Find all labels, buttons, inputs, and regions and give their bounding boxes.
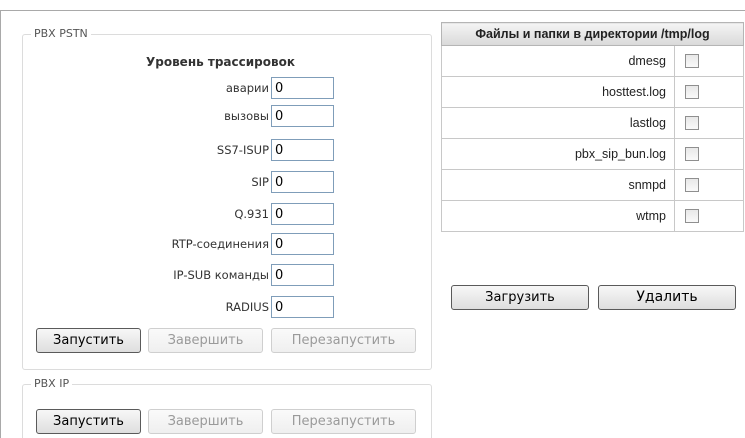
trace-row-q931: Q.931 — [23, 203, 343, 225]
trace-row-ss7-isup: SS7-ISUP — [23, 139, 343, 161]
frame-top-border — [0, 10, 745, 11]
trace-row-calls: вызовы — [23, 105, 343, 127]
file-select-checkbox[interactable] — [685, 209, 699, 224]
trace-row-sip: SIP — [23, 171, 343, 193]
alarms-trace-input[interactable] — [271, 77, 334, 99]
trace-label: IP-SUB команды — [173, 268, 269, 282]
file-select-checkbox[interactable] — [685, 85, 699, 100]
frame-left-border — [0, 10, 1, 438]
trace-row-radius: RADIUS — [23, 296, 343, 318]
trace-label: аварии — [225, 81, 269, 95]
trace-label: SIP — [251, 175, 269, 189]
delete-button[interactable]: Удалить — [598, 285, 736, 310]
pbx-ip-group: PBX IP Запустить Завершить Перезапустить — [22, 377, 432, 438]
radius-trace-input[interactable] — [271, 296, 334, 318]
trace-row-ip-sub: IP-SUB команды — [23, 264, 343, 286]
trace-label: RADIUS — [225, 300, 269, 314]
ip-stop-button[interactable]: Завершить — [148, 409, 263, 434]
trace-label: SS7-ISUP — [216, 143, 269, 157]
rtp-trace-input[interactable] — [271, 233, 334, 255]
table-header-row: Файлы и папки в директории /tmp/log — [441, 22, 744, 46]
trace-row-rtp: RTP-соединения — [23, 233, 343, 255]
ip-start-button[interactable]: Запустить — [36, 409, 141, 434]
trace-level-title: Уровень трассировок — [146, 55, 295, 69]
file-select-checkbox[interactable] — [685, 116, 699, 131]
file-name: snmpd — [441, 169, 675, 201]
trace-label: Q.931 — [234, 207, 269, 221]
table-row: lastlog — [441, 107, 744, 139]
table-row: pbx_sip_bun.log — [441, 138, 744, 170]
pstn-restart-button[interactable]: Перезапустить — [271, 328, 416, 353]
ip-restart-button[interactable]: Перезапустить — [271, 409, 416, 434]
ss7-isup-trace-input[interactable] — [271, 139, 334, 161]
table-row: snmpd — [441, 169, 744, 201]
log-files-table: Файлы и папки в директории /tmp/log dmes… — [441, 22, 744, 232]
sip-trace-input[interactable] — [271, 171, 334, 193]
table-row: wtmp — [441, 200, 744, 232]
download-button[interactable]: Загрузить — [451, 285, 589, 310]
pstn-start-button[interactable]: Запустить — [36, 328, 141, 353]
pbx-ip-legend: PBX IP — [31, 377, 73, 390]
file-select-checkbox[interactable] — [685, 178, 699, 193]
trace-label: вызовы — [224, 109, 269, 123]
calls-trace-input[interactable] — [271, 105, 334, 127]
file-select-checkbox[interactable] — [685, 54, 699, 69]
file-name: lastlog — [441, 107, 675, 139]
table-row: hosttest.log — [441, 76, 744, 108]
q931-trace-input[interactable] — [271, 203, 334, 225]
pstn-stop-button[interactable]: Завершить — [148, 328, 263, 353]
pbx-pstn-group: PBX PSTN Уровень трассировок аварии вызо… — [22, 27, 432, 370]
table-row: dmesg — [441, 45, 744, 77]
file-select-checkbox[interactable] — [685, 147, 699, 162]
file-name: hosttest.log — [441, 76, 675, 108]
pbx-pstn-legend: PBX PSTN — [31, 27, 91, 40]
file-name: pbx_sip_bun.log — [441, 138, 675, 170]
file-name: dmesg — [441, 45, 675, 77]
trace-label: RTP-соединения — [171, 237, 269, 251]
trace-row-alarms: аварии — [23, 77, 343, 99]
ip-sub-trace-input[interactable] — [271, 264, 334, 286]
log-files-header: Файлы и папки в директории /tmp/log — [441, 22, 744, 46]
file-name: wtmp — [441, 200, 675, 232]
